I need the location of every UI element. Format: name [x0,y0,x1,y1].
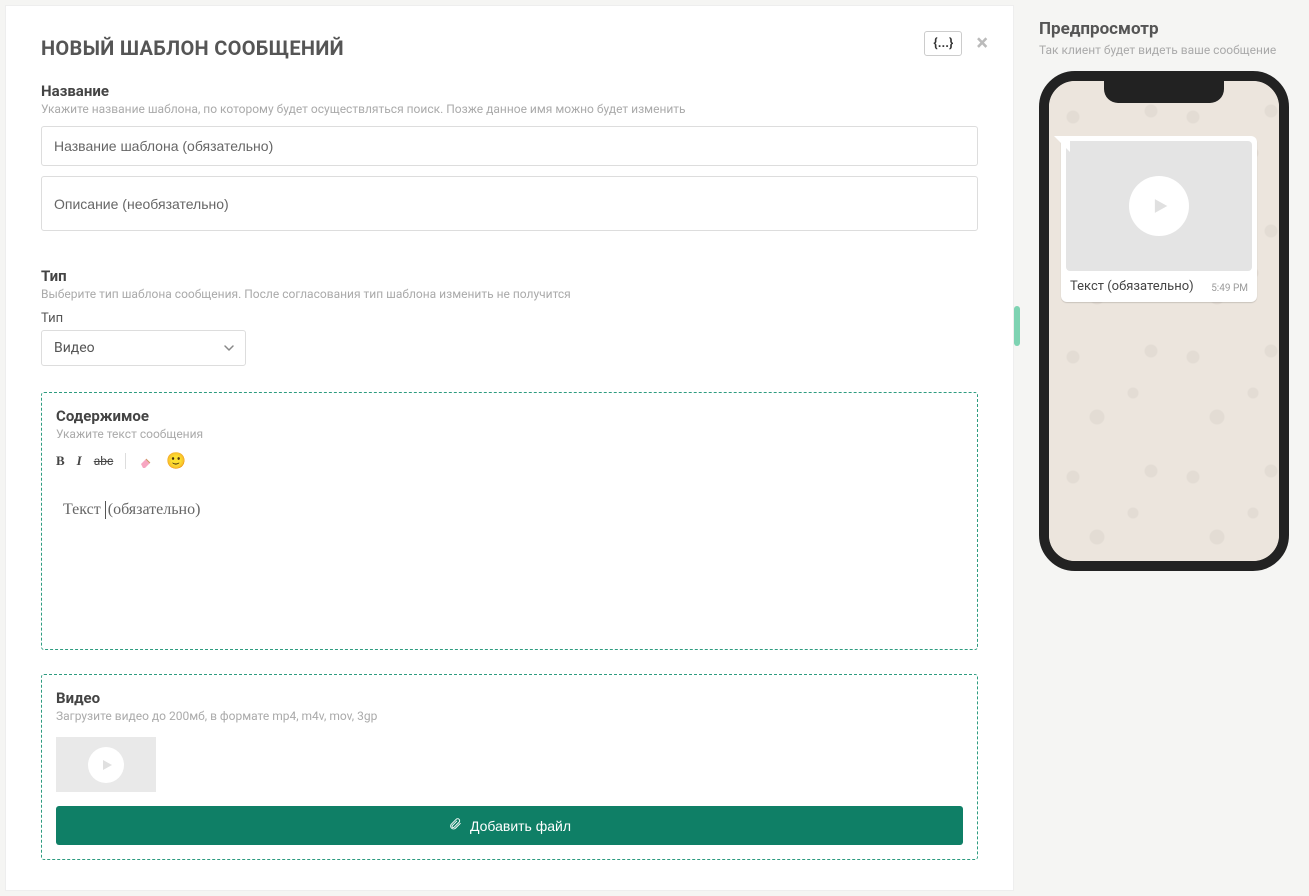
page-title: НОВЫЙ ШАБЛОН СООБЩЕНИЙ [41,36,978,60]
name-label: Название [41,82,978,100]
accent-stripe [1014,306,1020,346]
italic-button[interactable]: I [77,453,82,469]
phone-notch [1104,81,1224,103]
preview-panel: Предпросмотр Так клиент будет видеть ваш… [1019,0,1309,896]
play-icon [88,747,124,783]
toolbar-separator [125,453,126,469]
preview-title: Предпросмотр [1039,19,1289,39]
content-hint: Укажите текст сообщения [56,427,963,441]
main-panel: {...} × НОВЫЙ ШАБЛОН СООБЩЕНИЙ Название … [5,5,1014,891]
video-label: Видео [56,689,963,707]
type-hint: Выберите тип шаблона сообщения. После со… [41,287,978,301]
type-select-value: Видео [54,340,95,356]
template-description-input[interactable] [41,176,978,231]
bold-button[interactable]: B [56,453,65,469]
video-section: Видео Загрузите видео до 200мб, в формат… [41,674,978,860]
content-section: Содержимое Укажите текст сообщения B I a… [41,392,978,650]
content-editor[interactable]: Текст (обязательно) [56,480,963,635]
type-select-label: Тип [41,311,978,326]
content-label: Содержимое [56,407,963,425]
bubble-time: 5:49 PM [1211,283,1248,294]
chevron-down-icon [223,342,235,354]
template-name-input[interactable] [41,126,978,166]
video-thumbnail [56,737,156,792]
name-hint: Укажите название шаблона, по которому бу… [41,102,978,116]
close-icon[interactable]: × [976,31,988,56]
strikethrough-button[interactable]: abc [94,454,114,468]
bubble-text: Текст (обязательно) [1070,279,1194,294]
emoji-icon[interactable]: 🙂 [166,451,186,470]
type-select[interactable]: Видео [41,330,246,366]
phone-frame: Текст (обязательно) 5:49 PM [1039,71,1289,571]
bubble-media [1066,141,1252,271]
message-bubble: Текст (обязательно) 5:49 PM [1061,136,1257,302]
video-hint: Загрузите видео до 200мб, в формате mp4,… [56,709,963,723]
content-placeholder: Текст (обязательно) [63,501,200,518]
json-placeholders-button[interactable]: {...} [924,31,962,56]
add-file-button[interactable]: Добавить файл [56,806,963,845]
type-label: Тип [41,267,978,285]
paperclip-icon [448,817,462,834]
add-file-label: Добавить файл [470,818,571,834]
preview-hint: Так клиент будет видеть ваше сообщение [1039,43,1289,57]
eraser-icon[interactable] [138,453,154,469]
play-icon [1129,176,1189,236]
